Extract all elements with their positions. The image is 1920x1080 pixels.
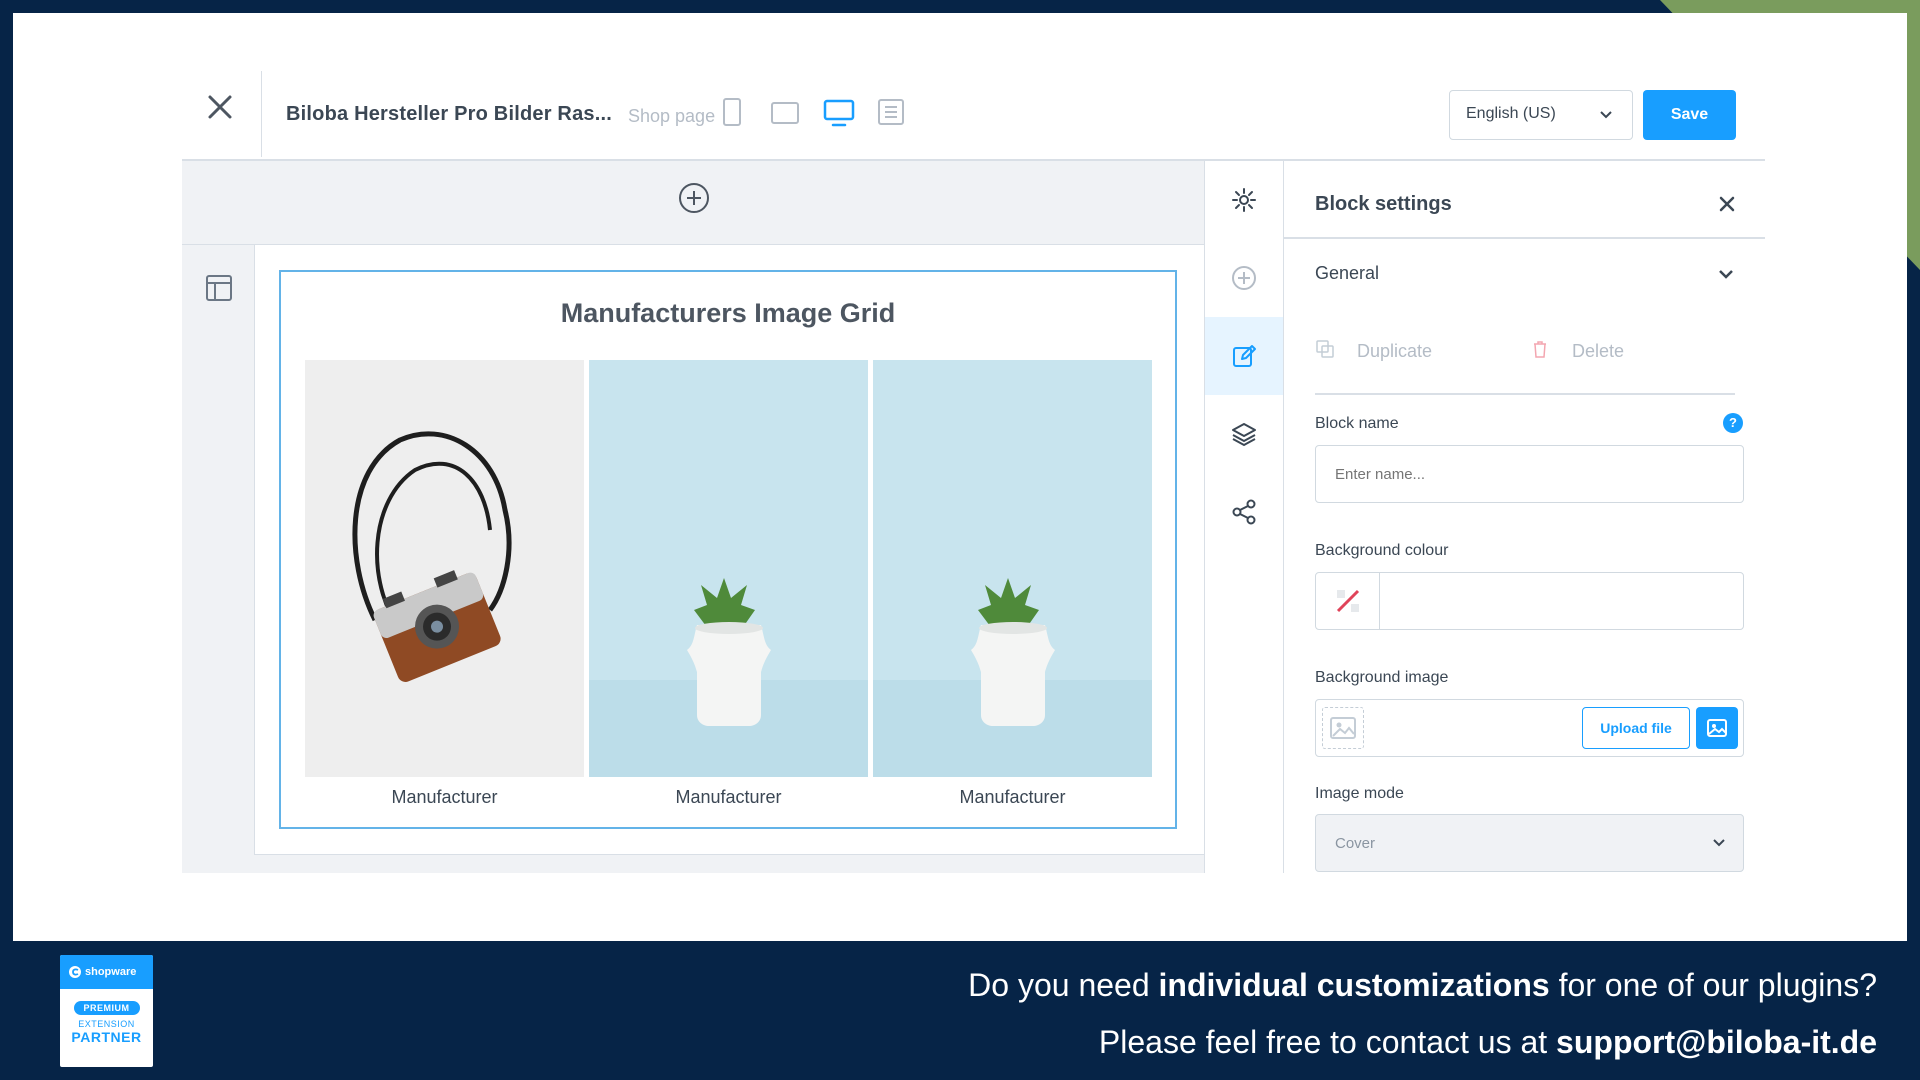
duplicate-button[interactable]: Duplicate [1315, 339, 1432, 364]
settings-title: Block settings [1315, 193, 1452, 215]
topbar-divider [261, 71, 262, 157]
editor-stage: Manufacturers Image Grid Manufacturer Ma… [182, 161, 1204, 873]
block-name-input[interactable] [1315, 445, 1744, 503]
image-icon [1322, 707, 1364, 749]
save-button[interactable]: Save [1643, 90, 1736, 140]
manufacturer-image-camera [305, 360, 584, 777]
bg-colour-label: Background colour [1315, 542, 1449, 559]
settings-divider [1315, 393, 1735, 395]
chevron-down-icon [1711, 835, 1727, 855]
delete-label: Delete [1572, 341, 1625, 361]
block-settings-panel: Block settings General Duplicate Delete … [1284, 161, 1765, 873]
layout-icon[interactable] [204, 273, 234, 308]
image-mode-select[interactable]: Cover [1315, 814, 1744, 872]
manufacturer-caption: Manufacturer [675, 787, 782, 807]
manufacturer-caption: Manufacturer [391, 787, 498, 807]
close-icon[interactable] [1718, 195, 1736, 218]
footer-emphasis: individual customizations [1158, 967, 1550, 1003]
share-icon[interactable] [1205, 473, 1283, 551]
block-title: Manufacturers Image Grid [560, 298, 896, 328]
layers-icon[interactable] [1205, 395, 1283, 473]
manufacturer-caption: Manufacturer [959, 787, 1066, 807]
language-select[interactable]: English (US) [1449, 90, 1633, 140]
chevron-down-icon [1717, 265, 1735, 288]
add-section-bar [182, 161, 1204, 245]
footer-text: for one of our plugins? [1549, 967, 1877, 1003]
support-email-link[interactable]: support@biloba-it.de [1556, 1024, 1877, 1060]
delete-button[interactable]: Delete [1530, 339, 1624, 364]
footer-contact: Please feel free to contact us at suppor… [1099, 1024, 1877, 1061]
shopware-partner-badge: shopware PREMIUM EXTENSION PARTNER [60, 955, 153, 1067]
plus-circle-icon[interactable] [677, 181, 711, 220]
footer-text: Do you need [968, 967, 1159, 1003]
no-color-icon[interactable] [1316, 573, 1380, 629]
trash-icon [1530, 339, 1550, 364]
image-mode-label: Image mode [1315, 785, 1404, 802]
gear-icon[interactable] [1205, 161, 1283, 239]
section-rail [182, 245, 255, 855]
image-icon[interactable] [1696, 707, 1738, 749]
settings-header: Block settings [1284, 161, 1765, 239]
footer-question: Do you need individual customizations fo… [968, 967, 1877, 1004]
list-icon[interactable] [877, 98, 905, 131]
image-mode-value: Cover [1335, 835, 1376, 852]
tablet-icon[interactable] [770, 101, 800, 130]
shopware-logo: shopware [60, 955, 153, 989]
section-content: Manufacturers Image Grid Manufacturer Ma… [255, 245, 1204, 855]
bg-image-label: Background image [1315, 669, 1449, 686]
language-value: English (US) [1466, 105, 1556, 122]
badge-tier: PREMIUM [73, 1001, 140, 1015]
general-label: General [1315, 263, 1380, 283]
manufacturer-image-plant [589, 360, 868, 777]
block-name-label: Block name [1315, 415, 1399, 432]
desktop-icon[interactable] [823, 99, 855, 132]
badge-brand: shopware [85, 966, 137, 978]
chevron-down-icon [1598, 107, 1614, 128]
bg-image-upload: Upload file [1315, 699, 1744, 757]
help-icon[interactable]: ? [1723, 413, 1743, 433]
shop-page-label: Shop page [628, 106, 716, 126]
badge-extension: EXTENSION [78, 1019, 135, 1029]
sidebar-icon-rail [1204, 161, 1284, 873]
screenshot-canvas: Biloba Hersteller Pro Bilder Ras... Shop… [13, 13, 1907, 941]
copy-icon [1315, 339, 1335, 364]
general-collapsible[interactable]: General [1315, 263, 1735, 284]
badge-partner: PARTNER [71, 1029, 142, 1045]
plus-circle-icon[interactable] [1205, 239, 1283, 317]
duplicate-label: Duplicate [1357, 341, 1433, 361]
bg-colour-field[interactable] [1315, 572, 1744, 630]
close-icon[interactable] [202, 89, 238, 125]
edit-icon[interactable] [1205, 317, 1283, 395]
manufacturer-image-plant [873, 360, 1152, 777]
editor-topbar: Biloba Hersteller Pro Bilder Ras... Shop… [182, 61, 1765, 161]
page-title: Biloba Hersteller Pro Bilder Ras... [286, 103, 612, 125]
upload-file-button[interactable]: Upload file [1582, 707, 1690, 749]
footer-text: Please feel free to contact us at [1098, 1024, 1557, 1060]
phone-icon[interactable] [722, 97, 742, 132]
manufacturers-image-grid-block[interactable]: Manufacturers Image Grid Manufacturer Ma… [279, 270, 1177, 829]
